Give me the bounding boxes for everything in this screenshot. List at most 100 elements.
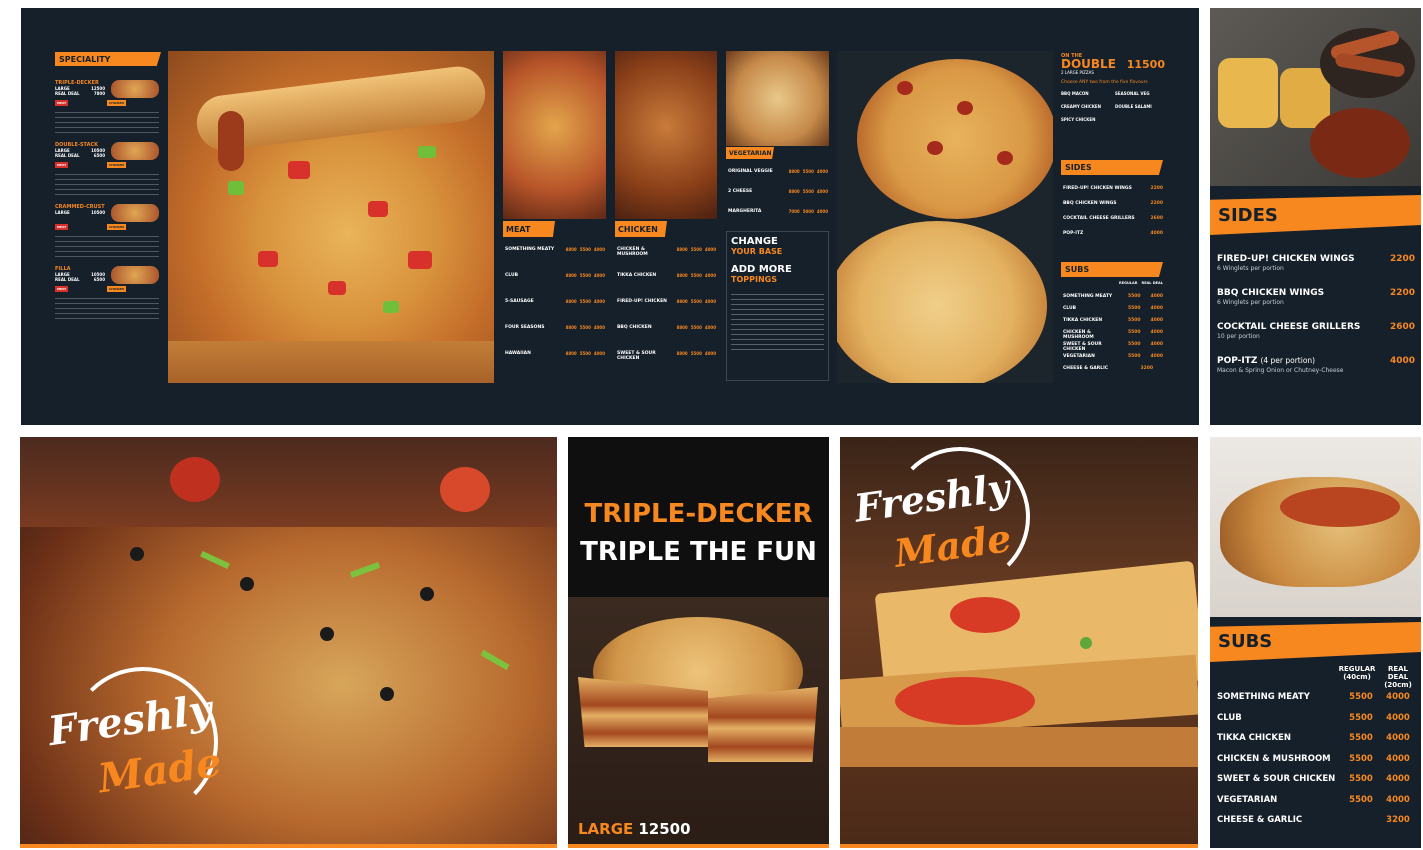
speciality-item: TRIPLE-DECKER LARGE 12500 REAL DEAL 7800 MEAT… <box>55 80 161 142</box>
subs-item-p1: 5500 <box>1349 733 1373 744</box>
double-pizzas-photo <box>837 51 1053 383</box>
subs-small-p2: 4000 <box>1150 354 1163 359</box>
chicken-tag: CHICKEN <box>107 224 126 230</box>
subs-small-p2: 4000 <box>1150 342 1163 347</box>
sides-item-name: BBQ CHICKEN WINGS <box>1217 288 1325 298</box>
subs-small-section: SUBS REGULAR REAL DEAL SOMETHING MEATY 55… <box>1061 262 1165 382</box>
menu-item-price: 4000 <box>593 351 605 356</box>
subs-item-name: SWEET & SOUR CHICKEN <box>1217 774 1336 785</box>
add-toppings-line1: ADD MORE <box>731 264 792 275</box>
speciality-fineprint <box>55 294 159 320</box>
menu-item-price: 5500 <box>579 351 591 356</box>
subs-item-p2: 3200 <box>1386 815 1410 826</box>
menu-item-name: 5-SAUSAGE <box>505 299 534 304</box>
subs-small-prices: 5500 4000 <box>1128 342 1163 354</box>
subs-small-row: TIKKA CHICKEN 5500 4000 <box>1063 318 1163 330</box>
menu-item-prices: 8800 5500 4000 <box>566 273 605 299</box>
double-flavour: CREAMY CHICKEN <box>1061 104 1101 109</box>
sides-item-row: COCKTAIL CHEESE GRILLERS 2600 <box>1217 322 1415 332</box>
subs-small-prices: 5500 4000 <box>1128 318 1163 330</box>
meat-pizza-photo <box>503 51 606 219</box>
sides-small-row: BBQ CHICKEN WINGS 2200 <box>1063 201 1163 216</box>
menu-item-price: 4000 <box>593 299 605 304</box>
subs-row: TIKKA CHICKEN 5500 4000 <box>1217 728 1417 749</box>
large-pizza-photo <box>168 51 494 383</box>
sides-item-name: FIRED-UP! CHICKEN WINGS <box>1217 254 1355 264</box>
menu-item-price: 8800 <box>565 247 577 252</box>
menu-row: MARGHERITA 7000 5000 4000 <box>728 209 828 229</box>
vegetarian-section: VEGETARIAN ORIGINAL VEGGIE 8800 5500 4000 2 … <box>726 51 829 381</box>
subs-item-p1: 5500 <box>1349 692 1373 703</box>
sides-item-row: POP-ITZ (4 per portion) 4000 <box>1217 356 1415 366</box>
menu-row: SWEET & SOUR CHICKEN 8800 5500 4000 <box>617 351 716 377</box>
meat-tag: MEAT <box>55 100 69 106</box>
speciality-thumb <box>111 204 159 222</box>
on-the-double-section: ON THE DOUBLE 2 LARGE PIZZAS 11500 Choos… <box>1061 53 1165 153</box>
sides-item: POP-ITZ (4 per portion) 4000 Macon & Spring… <box>1217 356 1415 390</box>
menu-item-price: 8800 <box>565 299 577 304</box>
subs-small-name: CHEESE & GARLIC <box>1063 366 1109 371</box>
subs-item-p2: 4000 <box>1386 692 1410 703</box>
menu-item-prices: 8800 5500 4000 <box>677 247 716 273</box>
sides-panel: SIDES FIRED-UP! CHICKEN WINGS 2200 6 Wingl… <box>1210 8 1421 425</box>
double-flavour: DOUBLE SALAMI <box>1115 104 1152 109</box>
subs-title-band: SUBS <box>1210 622 1421 662</box>
sides-item-price: 2600 <box>1389 322 1415 332</box>
menu-item-price: 8800 <box>676 247 688 252</box>
menu-item-price: 8800 <box>676 299 688 304</box>
menu-item-name: CLUB <box>505 273 519 278</box>
subs-item-name: TIKKA CHICKEN <box>1217 733 1291 744</box>
sides-small-price: 2200 <box>1150 201 1163 206</box>
menu-row: BBQ CHICKEN 8800 5500 4000 <box>617 325 716 351</box>
sides-title: SIDES <box>1218 205 1278 226</box>
triple-title-1: TRIPLE-DECKER <box>584 499 813 529</box>
subs-small-p1: 5500 <box>1127 318 1141 323</box>
menu-item-price: 8800 <box>565 325 577 330</box>
menu-item-price: 8800 <box>565 351 577 356</box>
subs-small-row: SWEET & SOUR CHICKEN 5500 4000 <box>1063 342 1163 354</box>
speciality-deal-row: REAL DEAL 6500 <box>55 153 105 158</box>
menu-item-price: 4000 <box>816 169 828 174</box>
subs-small-col2: REAL DEAL <box>1141 281 1163 285</box>
speciality-fineprint <box>55 170 159 196</box>
triple-decker-poster: TRIPLE-DECKER TRIPLE THE FUN LARGE 12500 <box>568 437 829 848</box>
subs-small-col1: REGULAR <box>1119 281 1138 285</box>
deal-label: REAL DEAL <box>55 91 80 96</box>
menu-item-name: FOUR SEASONS <box>505 325 545 330</box>
menu-item-name: 2 CHEESE <box>728 189 753 194</box>
menu-row: HAWAIIAN 8800 5500 4000 <box>505 351 605 377</box>
sides-item-desc: Macon & Spring Onion or Chutney-Cheese <box>1217 367 1344 374</box>
menu-item-price: 5500 <box>579 325 591 330</box>
subs-small-prices: 3200 <box>1140 366 1163 378</box>
sides-item-price: 4000 <box>1389 356 1415 366</box>
menu-item-prices: 8800 5500 4000 <box>789 169 828 189</box>
menu-item-prices: 8800 5500 4000 <box>566 247 605 273</box>
sides-item-name-wrap: FIRED-UP! CHICKEN WINGS <box>1217 254 1355 264</box>
sides-small-section: SIDES FIRED-UP! CHICKEN WINGS 2200 BBQ CHI… <box>1061 160 1165 250</box>
sides-photo <box>1210 8 1421 186</box>
menu-item-price: 5000 <box>802 209 814 214</box>
speciality-section: SPECIALITY TRIPLE-DECKER LARGE 12500 REAL D… <box>55 52 161 382</box>
sides-small-price: 2600 <box>1150 216 1163 221</box>
meat-title: MEAT <box>503 221 555 237</box>
speciality-thumb <box>111 142 159 160</box>
subs-row: CHICKEN & MUSHROOM 5500 4000 <box>1217 749 1417 770</box>
sides-item-name: COCKTAIL CHEESE GRILLERS <box>1217 322 1361 332</box>
menu-item-prices: 8800 5500 4000 <box>566 351 605 377</box>
sides-item: BBQ CHICKEN WINGS 2200 6 Winglets per port… <box>1217 288 1415 322</box>
subs-small-prices: 5500 4000 <box>1128 294 1163 306</box>
subs-row: SOMETHING MEATY 5500 4000 <box>1217 687 1417 708</box>
menu-item-price: 5500 <box>802 189 814 194</box>
deal-price: 7800 <box>93 91 105 96</box>
menu-row: TIKKA CHICKEN 8800 5500 4000 <box>617 273 716 299</box>
subs-small-p2: 4000 <box>1150 330 1163 335</box>
menu-item-price: 4000 <box>704 247 716 252</box>
subs-small-name: VEGETARIAN <box>1063 354 1095 359</box>
sides-item-desc: 6 Winglets per portion <box>1217 265 1284 272</box>
menu-item-name: TIKKA CHICKEN <box>617 273 657 278</box>
subs-small-name: CHICKEN & MUSHROOM <box>1063 330 1094 340</box>
chicken-tag: CHICKEN <box>107 100 126 106</box>
subs-item-p2: 4000 <box>1386 794 1410 805</box>
menu-item-name: ORIGINAL VEGGIE <box>728 169 773 174</box>
sides-small-name: FIRED-UP! CHICKEN WINGS <box>1063 186 1132 191</box>
